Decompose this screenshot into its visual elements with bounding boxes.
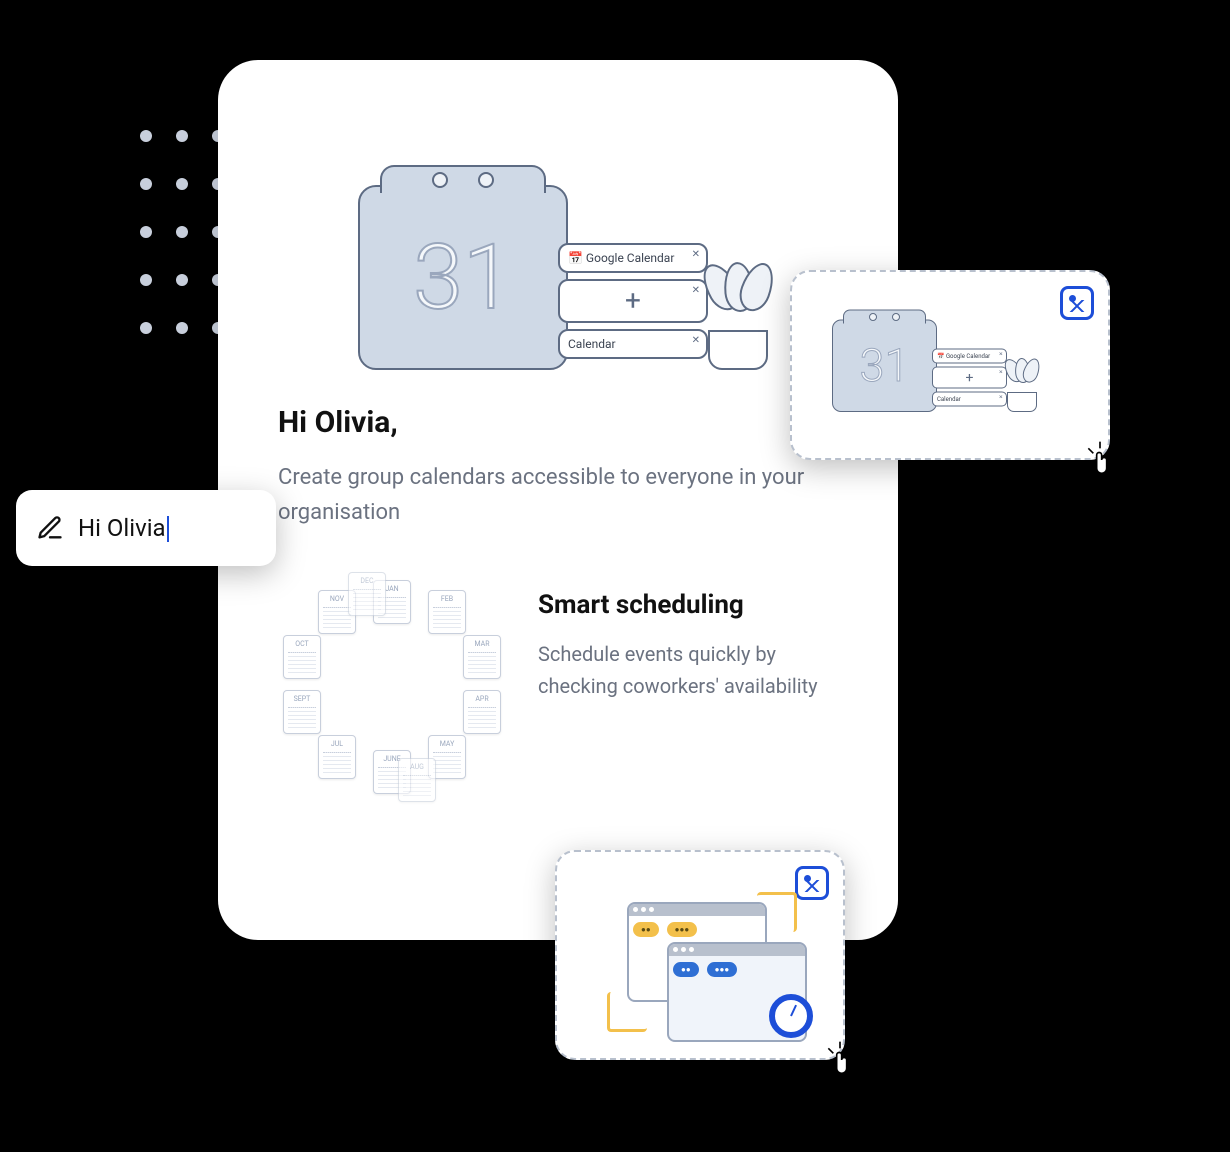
inline-editor-text[interactable]: Hi Olivia — [78, 514, 169, 543]
hero-card-add: ✕ + — [558, 279, 708, 323]
calendar-illustration: 31 — [358, 185, 568, 370]
scheduling-illustration: ●●●●● ●●●●● — [607, 892, 803, 1028]
edit-icon — [36, 514, 64, 542]
calendar-day-number: 31 — [360, 187, 566, 368]
close-icon: ✕ — [692, 249, 700, 260]
decorative-dot-grid — [140, 130, 224, 334]
image-icon — [1060, 286, 1094, 320]
image-dropzone-feature[interactable]: ●●●●● ●●●●● — [555, 850, 845, 1060]
greeting-body: Create group calendars accessible to eve… — [278, 460, 838, 530]
inline-text-editor[interactable]: Hi Olivia — [16, 490, 276, 566]
clock-icon — [769, 994, 813, 1038]
plant-illustration — [698, 260, 778, 370]
hero-illustration: 31 ✕ 📅 Google Calendar ✕ + ✕ Calendar — [278, 110, 858, 370]
months-ring-illustration: JAN FEB MAR APR MAY JUNE JUL SEPT OCT NO… — [278, 580, 508, 790]
feature-title: Smart scheduling — [538, 590, 858, 620]
email-preview-card: 31 ✕ 📅 Google Calendar ✕ + ✕ Calendar — [218, 60, 898, 940]
hero-card-calendar: ✕ Calendar — [558, 329, 708, 359]
hero-card-google-calendar: ✕ 📅 Google Calendar — [558, 243, 708, 273]
greeting-title: Hi Olivia, — [278, 405, 858, 440]
pointer-cursor-icon — [1080, 440, 1120, 480]
pointer-cursor-icon — [820, 1040, 860, 1080]
plus-icon: + — [568, 287, 698, 315]
image-dropzone-hero[interactable]: 31 ✕📅 Google Calendar ✕+ ✕Calendar — [790, 270, 1110, 460]
text-cursor — [167, 516, 169, 542]
feature-description: Schedule events quickly by checking cowo… — [538, 638, 858, 702]
